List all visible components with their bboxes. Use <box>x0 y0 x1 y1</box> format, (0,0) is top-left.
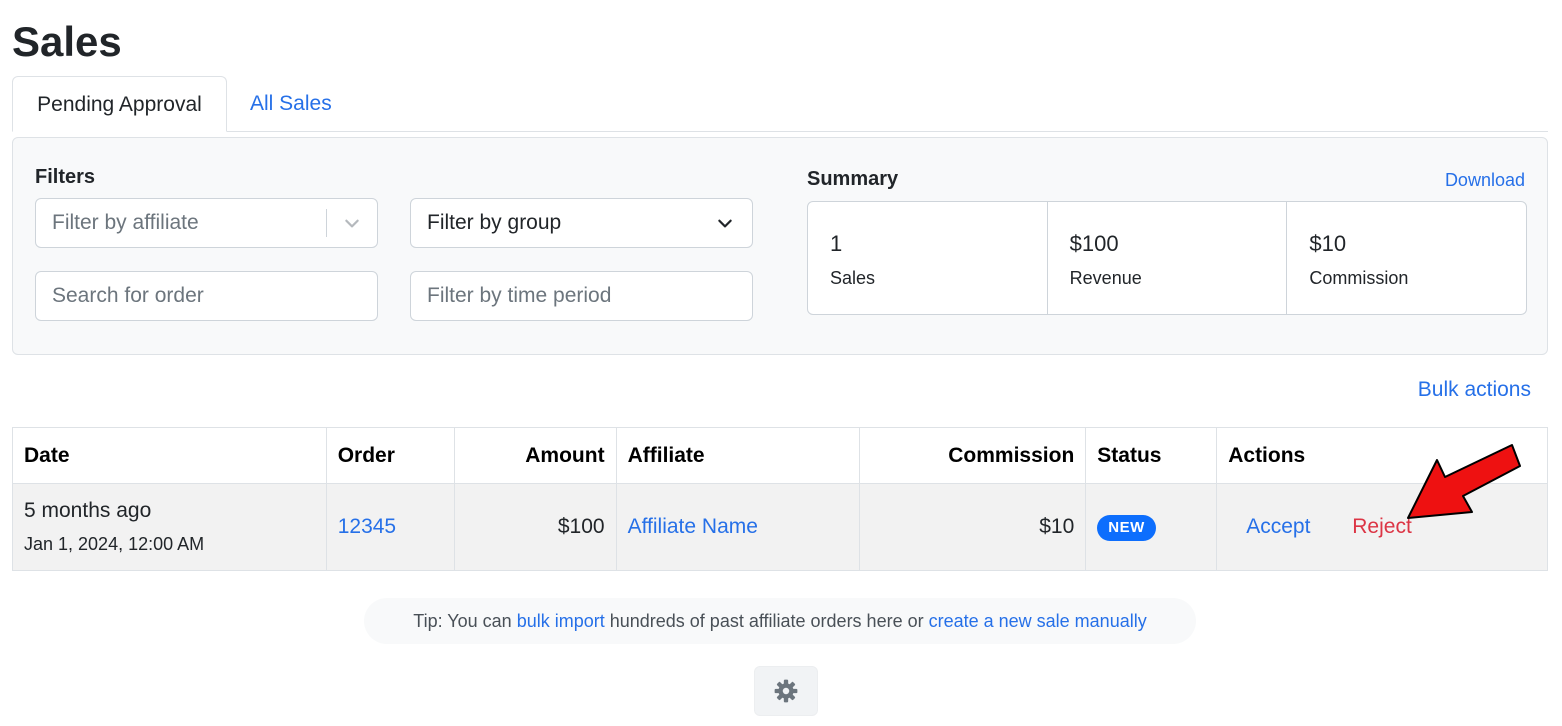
order-cell: 12345 <box>325 483 455 571</box>
chevron-down-icon <box>718 219 732 228</box>
affiliate-link[interactable]: Affiliate Name <box>628 515 758 538</box>
column-header-status: Status <box>1085 427 1218 484</box>
affiliate-filter-select[interactable]: Filter by affiliate <box>35 198 378 248</box>
column-header-order: Order <box>325 427 455 484</box>
time-period-filter-input[interactable]: Filter by time period <box>410 271 753 321</box>
summary-label: Sales <box>830 268 876 288</box>
summary-card-commission: $10 Commission <box>1286 202 1526 314</box>
tip-banner: Tip: You can bulk import hundreds of pas… <box>364 598 1196 644</box>
order-search-placeholder: Search for order <box>52 284 204 307</box>
chevron-down-icon[interactable] <box>343 214 361 232</box>
status-cell: NEW <box>1085 483 1218 571</box>
download-link[interactable]: Download <box>1445 170 1525 191</box>
amount-cell: $100 <box>453 483 617 571</box>
status-badge: NEW <box>1097 514 1156 541</box>
settings-button[interactable] <box>754 666 818 716</box>
group-filter-value: Filter by group <box>427 211 562 234</box>
bulk-actions-link[interactable]: Bulk actions <box>1418 378 1531 402</box>
gear-icon <box>774 679 798 703</box>
affiliate-cell: Affiliate Name <box>615 483 861 571</box>
summary-value: 1 <box>830 231 843 256</box>
order-search-input[interactable]: Search for order <box>35 271 378 321</box>
commission-cell: $10 <box>859 483 1087 571</box>
date-relative: 5 months ago <box>24 499 152 522</box>
column-header-date: Date <box>12 427 327 484</box>
filters-heading: Filters <box>35 166 96 188</box>
affiliate-filter-placeholder: Filter by affiliate <box>52 211 199 234</box>
date-cell: 5 months ago Jan 1, 2024, 12:00 AM <box>12 483 327 571</box>
page-title: Sales <box>12 18 122 65</box>
summary-value: $100 <box>1069 231 1119 256</box>
summary-value: $10 <box>1309 231 1347 256</box>
summary-card-sales: 1 Sales <box>808 202 1047 314</box>
table-row: 5 months ago Jan 1, 2024, 12:00 AM 12345… <box>12 483 1548 571</box>
summary-label: Commission <box>1309 268 1409 288</box>
sales-table: Date Order Amount Affiliate Commission S… <box>12 427 1548 571</box>
summary-cards: 1 Sales $100 Revenue $10 Commission <box>807 201 1527 315</box>
bulk-import-link[interactable]: bulk import <box>517 611 605 631</box>
column-header-commission: Commission <box>859 427 1087 484</box>
column-header-amount: Amount <box>453 427 617 484</box>
create-sale-link[interactable]: create a new sale manually <box>929 611 1147 631</box>
filter-panel: Filters Filter by affiliate Filter by gr… <box>12 137 1548 355</box>
tab-bar: Pending Approval All Sales <box>12 76 1548 132</box>
tip-middle: hundreds of past affiliate orders here o… <box>604 611 929 631</box>
accept-button[interactable]: Accept <box>1246 515 1310 538</box>
summary-label: Revenue <box>1069 268 1142 288</box>
tab-all-sales[interactable]: All Sales <box>250 76 332 132</box>
tab-pending-approval[interactable]: Pending Approval <box>12 76 227 132</box>
date-full: Jan 1, 2024, 12:00 AM <box>24 534 205 554</box>
group-filter-select[interactable]: Filter by group <box>410 198 753 248</box>
column-header-affiliate: Affiliate <box>615 427 861 484</box>
order-link[interactable]: 12345 <box>338 515 396 538</box>
summary-card-revenue: $100 Revenue <box>1046 202 1287 314</box>
summary-heading: Summary <box>807 168 899 190</box>
time-period-placeholder: Filter by time period <box>427 284 612 307</box>
red-arrow-icon <box>1407 444 1521 519</box>
tip-prefix: Tip: You can <box>413 611 517 631</box>
select-separator <box>326 209 327 237</box>
table-header-row: Date Order Amount Affiliate Commission S… <box>12 427 1548 484</box>
